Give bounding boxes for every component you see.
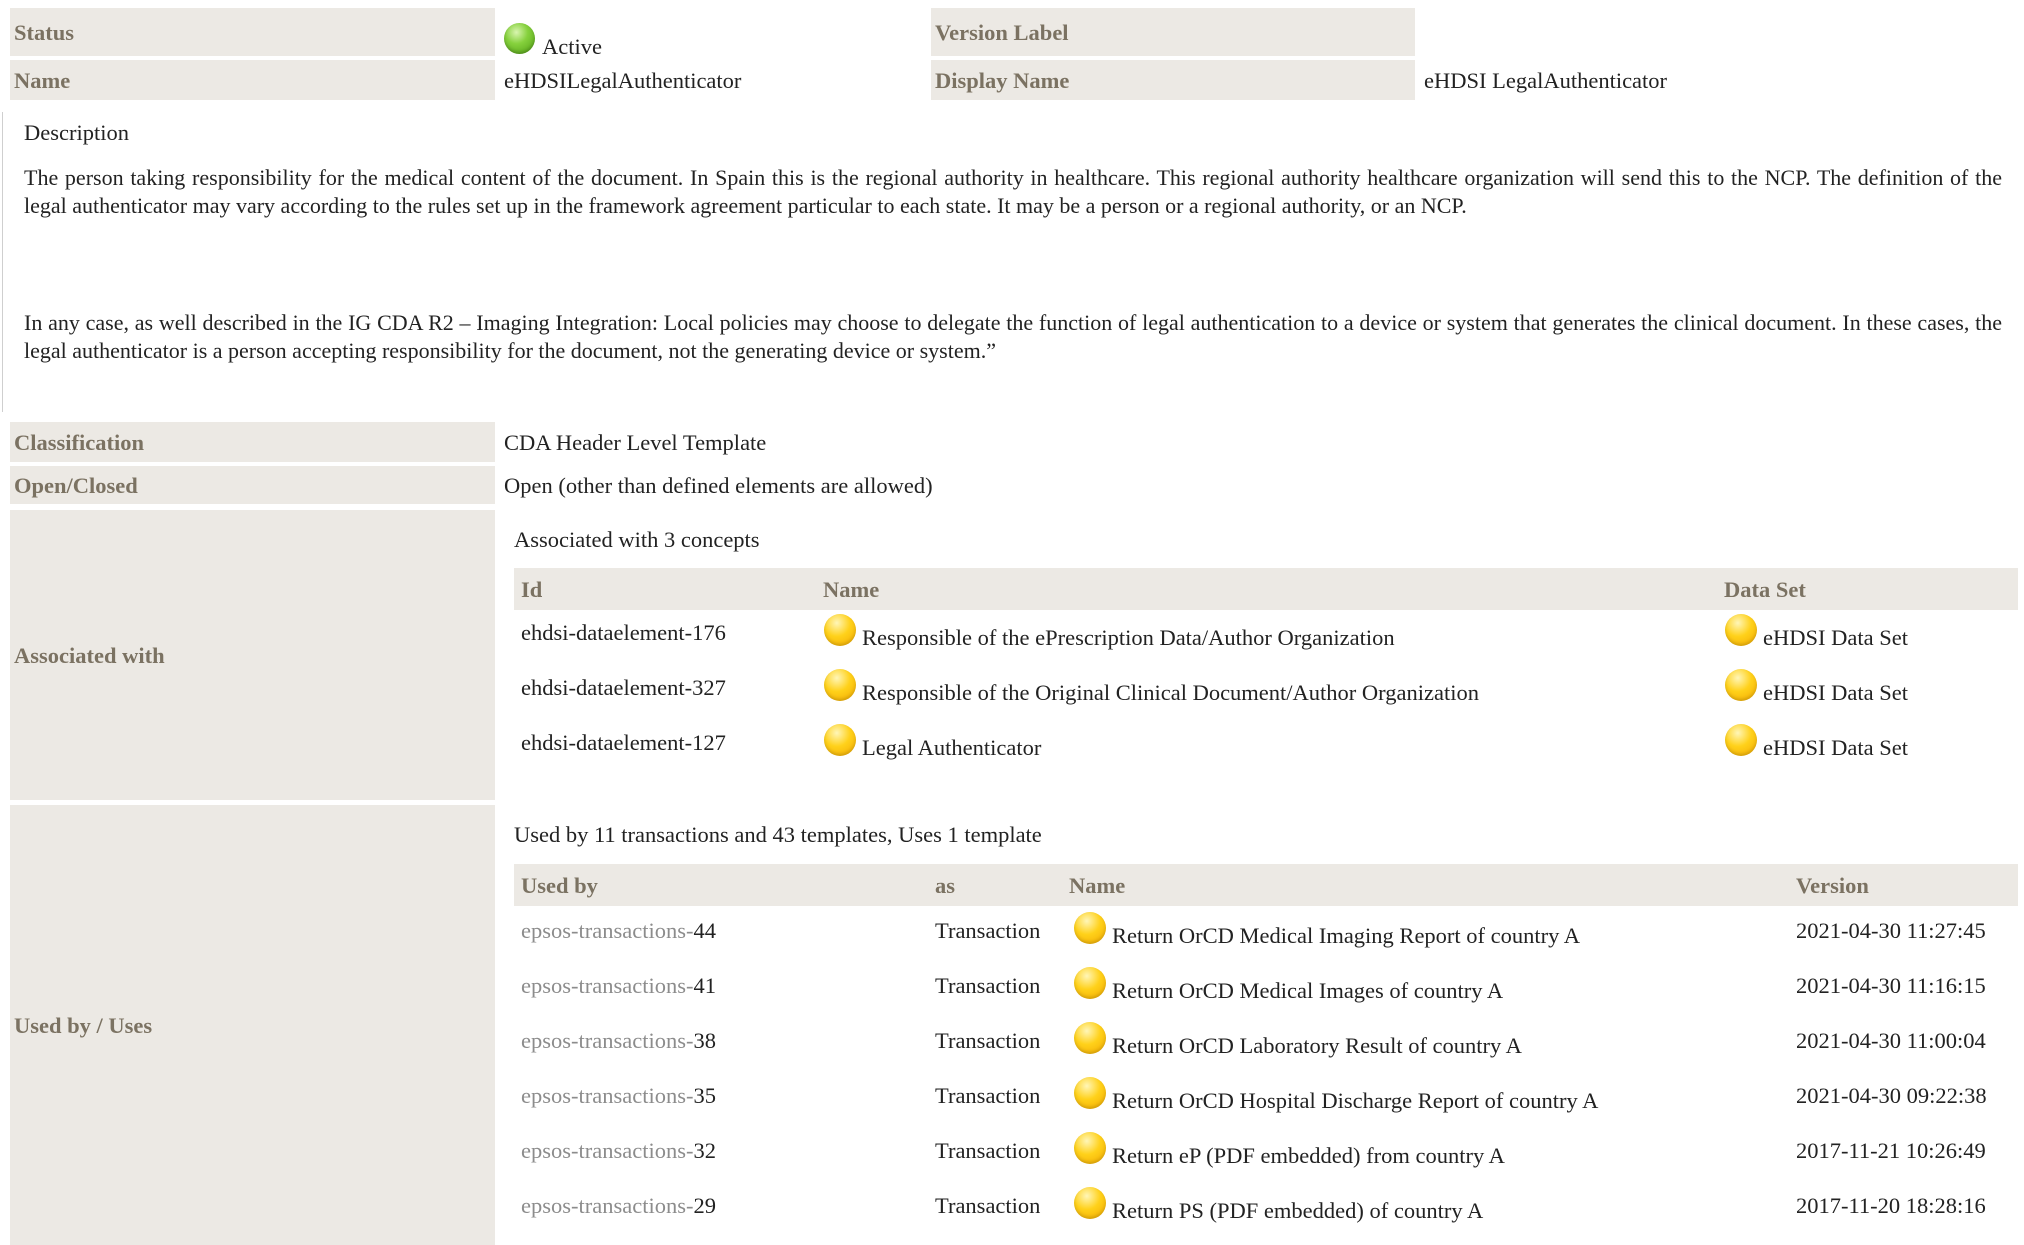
associated-table-header: Id Name Data Set [514, 568, 2018, 610]
transaction-name[interactable]: Return OrCD Medical Imaging Report of co… [1074, 912, 1580, 949]
concept-id[interactable]: ehdsi-dataelement-327 [521, 669, 726, 701]
column-id: Id [521, 576, 543, 602]
concept-id[interactable]: ehdsi-dataelement-127 [521, 724, 726, 756]
used-by-summary: Used by 11 transactions and 43 templates… [514, 822, 1042, 847]
transaction-type: Transaction [935, 918, 1041, 943]
open-closed-label: Open/Closed [10, 466, 495, 504]
transaction-version: 2021-04-30 09:22:38 [1796, 1083, 1987, 1108]
transaction-name[interactable]: Return PS (PDF embedded) of country A [1074, 1187, 1483, 1224]
open-closed-value: Open (other than defined elements are al… [504, 472, 933, 498]
transaction-status-icon [1074, 1022, 1106, 1054]
display-name-value: eHDSI LegalAuthenticator [1424, 67, 1668, 93]
concept-dataset[interactable]: eHDSI Data Set [1725, 669, 1908, 706]
transaction-version: 2017-11-20 18:28:16 [1796, 1193, 1986, 1218]
transaction-status-icon [1074, 1077, 1106, 1109]
dataset-status-icon [1725, 669, 1757, 701]
associated-with-label: Associated with [10, 510, 495, 800]
used-by-uses-label: Used by / Uses [10, 805, 495, 1245]
transaction-version: 2021-04-30 11:00:04 [1796, 1028, 1986, 1053]
transaction-type: Transaction [935, 1083, 1041, 1108]
status-active-icon [504, 22, 535, 54]
transaction-name[interactable]: Return OrCD Hospital Discharge Report of… [1074, 1077, 1598, 1114]
description-paragraph-1: The person taking responsibility for the… [24, 165, 2002, 218]
column-as: as [935, 872, 956, 898]
classification-label: Classification [10, 422, 495, 462]
transaction-link[interactable]: epsos-transactions- 35 [521, 1077, 716, 1109]
status-value: Active [504, 8, 602, 68]
concept-id[interactable]: ehdsi-dataelement-176 [521, 614, 726, 646]
concept-name[interactable]: Responsible of the Original Clinical Doc… [824, 669, 1479, 706]
transaction-name[interactable]: Return eP (PDF embedded) from country A [1074, 1132, 1505, 1169]
transaction-version: 2021-04-30 11:16:15 [1796, 973, 1986, 998]
concept-status-icon [824, 614, 856, 646]
transaction-type: Transaction [935, 1028, 1041, 1053]
transaction-link[interactable]: epsos-transactions- 44 [521, 912, 716, 944]
transaction-status-icon [1074, 912, 1106, 944]
concept-name[interactable]: Responsible of the ePrescription Data/Au… [824, 614, 1395, 651]
transaction-type: Transaction [935, 973, 1041, 998]
column-version: Version [1796, 872, 1869, 898]
transaction-name[interactable]: Return OrCD Laboratory Result of country… [1074, 1022, 1522, 1059]
concept-status-icon [824, 669, 856, 701]
transaction-link[interactable]: epsos-transactions- 41 [521, 967, 716, 999]
transaction-status-icon [1074, 1187, 1106, 1219]
name-value: eHDSILegalAuthenticator [504, 67, 742, 93]
transaction-link[interactable]: epsos-transactions- 38 [521, 1022, 716, 1054]
column-name: Name [823, 576, 880, 602]
transaction-version: 2017-11-21 10:26:49 [1796, 1138, 1986, 1163]
transaction-name[interactable]: Return OrCD Medical Images of country A [1074, 967, 1503, 1004]
transaction-type: Transaction [935, 1193, 1041, 1218]
dataset-status-icon [1725, 614, 1757, 646]
transaction-link[interactable]: epsos-transactions- 29 [521, 1187, 716, 1219]
dataset-status-icon [1725, 724, 1757, 756]
description-heading: Description [24, 120, 129, 145]
classification-value: CDA Header Level Template [504, 429, 767, 455]
used-by-table-header: Used by as Name Version [514, 864, 2018, 906]
transaction-status-icon [1074, 1132, 1106, 1164]
concept-name[interactable]: Legal Authenticator [824, 724, 1041, 761]
concept-dataset[interactable]: eHDSI Data Set [1725, 614, 1908, 651]
status-label: Status [10, 8, 495, 56]
transaction-status-icon [1074, 967, 1106, 999]
concept-dataset[interactable]: eHDSI Data Set [1725, 724, 1908, 761]
transaction-version: 2021-04-30 11:27:45 [1796, 918, 1986, 943]
description-left-border [2, 112, 3, 412]
column-name: Name [1069, 872, 1126, 898]
associated-summary: Associated with 3 concepts [514, 527, 760, 552]
transaction-type: Transaction [935, 1138, 1041, 1163]
column-used-by: Used by [521, 872, 598, 898]
concept-status-icon [824, 724, 856, 756]
description-paragraph-2: In any case, as well described in the IG… [24, 310, 2002, 363]
transaction-link[interactable]: epsos-transactions- 32 [521, 1132, 716, 1164]
version-label-label: Version Label [931, 8, 1415, 56]
name-label: Name [10, 60, 495, 100]
display-name-label: Display Name [931, 60, 1415, 100]
column-data-set: Data Set [1724, 576, 1806, 602]
